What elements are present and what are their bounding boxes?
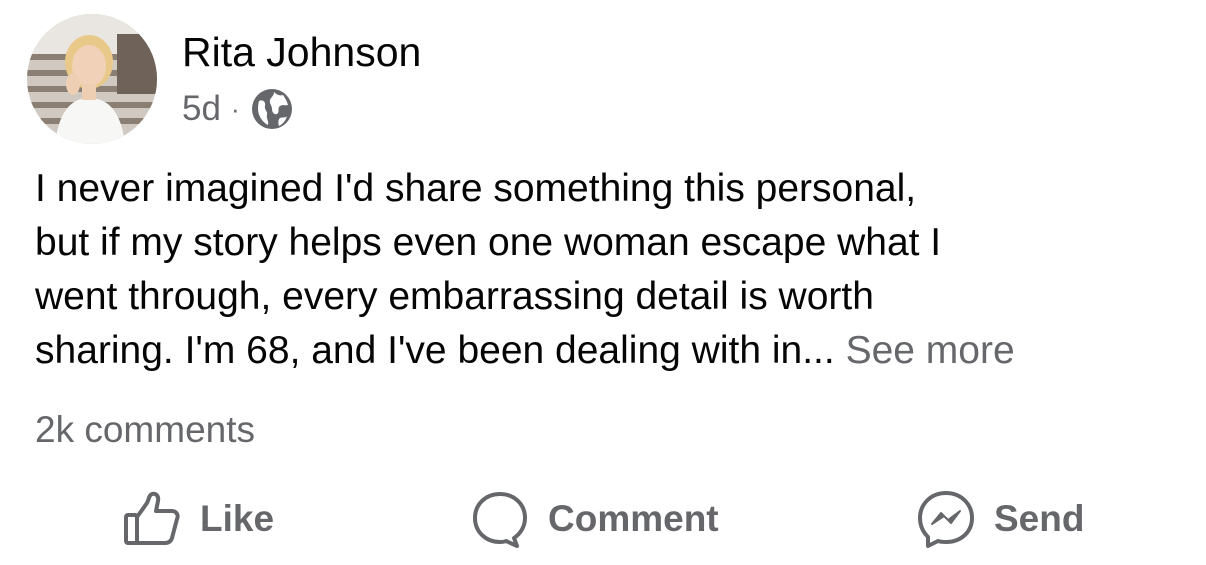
post-meta: 5d · (182, 86, 294, 132)
author-name[interactable]: Rita Johnson (182, 28, 421, 76)
post-body-line: went through, every embarrassing detail … (35, 275, 874, 318)
post-body-last-line: sharing. I'm 68, and I've been dealing w… (35, 324, 1185, 378)
post-body-line: but if my story helps even one woman esc… (35, 221, 942, 264)
send-button[interactable]: Send (916, 484, 1084, 554)
comment-label: Comment (548, 498, 719, 539)
send-label: Send (994, 498, 1085, 539)
thumbs-up-icon (122, 489, 182, 549)
comment-button[interactable]: Comment (470, 484, 719, 554)
comments-count[interactable]: 2k comments (35, 406, 255, 454)
like-button[interactable]: Like (122, 484, 274, 554)
feed-post: Rita Johnson 5d · I never imagined I'd s… (0, 0, 1206, 565)
meta-separator: · (230, 93, 240, 124)
comment-bubble-icon (470, 489, 530, 549)
like-label: Like (200, 498, 275, 539)
messenger-icon (916, 489, 976, 549)
post-body-line: I never imagined I'd share something thi… (35, 167, 917, 210)
action-bar: Like Comment Send (0, 484, 1206, 554)
avatar-photo (27, 14, 157, 144)
avatar[interactable] (27, 14, 157, 144)
see-more-link[interactable]: See more (846, 329, 1015, 372)
globe-icon[interactable] (250, 87, 294, 131)
post-body-line: sharing. I'm 68, and I've been dealing w… (35, 329, 835, 372)
post-body: I never imagined I'd share something thi… (35, 162, 1185, 378)
post-time[interactable]: 5d (182, 89, 221, 129)
